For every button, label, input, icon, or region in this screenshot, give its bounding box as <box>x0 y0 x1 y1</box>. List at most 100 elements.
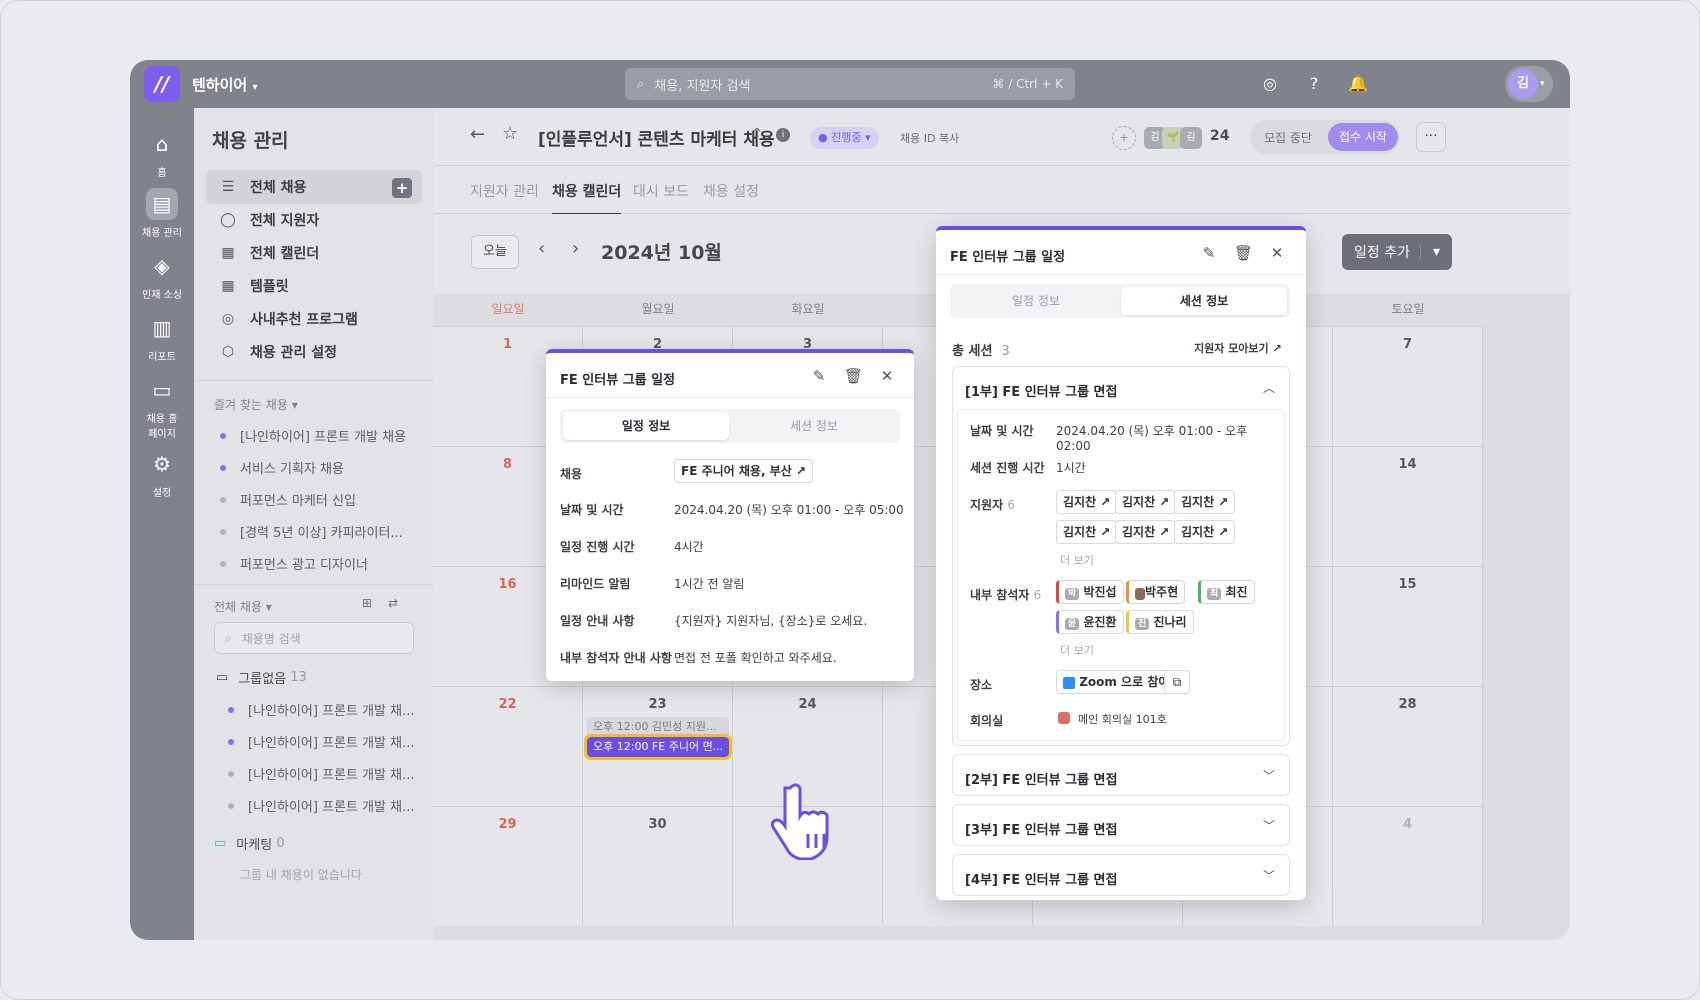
edit-icon[interactable]: ✎ <box>1200 244 1218 262</box>
global-search-input[interactable]: ⌕ 채용, 지원자 검색 ⌘ / Ctrl + K <box>625 68 1075 100</box>
favorite-item[interactable]: 퍼포먼스 광고 디자이너 <box>220 554 368 573</box>
logo-icon[interactable]: // <box>144 66 180 102</box>
bell-icon[interactable]: 🔔 <box>1346 72 1370 96</box>
internal-label: 내부 참석자 <box>970 588 1030 602</box>
internal-chip[interactable]: 진 진나리 <box>1126 610 1194 634</box>
more-icon[interactable]: ··· <box>1416 122 1446 152</box>
day-cell[interactable]: 22 <box>433 686 583 806</box>
job-link-chip[interactable]: FE 주니어 채용, 부산 ↗ <box>674 459 814 483</box>
more-internal-link[interactable]: 더 보기 <box>1060 642 1094 658</box>
today-button[interactable]: 오늘 <box>471 235 519 269</box>
user-menu[interactable]: 김 ▾ <box>1505 66 1553 102</box>
rail-homepage[interactable]: ▭ 채용 홈페이지 <box>130 374 194 440</box>
group-header[interactable]: ▭ 마케팅 0 <box>214 834 285 853</box>
collect-applicants-link[interactable]: 지원자 모아보기 ↗ <box>1194 340 1282 356</box>
trash-icon[interactable]: 🗑 <box>1234 244 1253 262</box>
favorite-item[interactable]: [경력 5년 이상] 카피라이터... <box>220 522 403 541</box>
add-job-button[interactable]: + <box>392 178 412 198</box>
calendar-event-selected[interactable]: 오후 12:00 FE 주니어 면... <box>584 734 732 760</box>
tab-dashboard[interactable]: 대시 보드 <box>633 181 689 201</box>
status-badge[interactable]: ● 진행중 ▾ <box>810 127 879 149</box>
session-3[interactable]: [3부] FE 인터뷰 그룹 면접 ﹀ <box>952 804 1290 846</box>
session-4[interactable]: [4부] FE 인터뷰 그룹 면접 ﹀ <box>952 854 1290 896</box>
day-cell[interactable]: 4 <box>1333 806 1483 926</box>
favorite-item[interactable]: 서비스 기획자 채용 <box>220 458 344 477</box>
applicant-chip[interactable]: 김지찬 ↗ <box>1115 490 1177 514</box>
group-item[interactable]: [나인하이어] 프론트 개발 채... <box>228 732 415 751</box>
tab-calendar[interactable]: 채용 캘린더 <box>552 181 622 215</box>
session-2[interactable]: [2부] FE 인터뷰 그룹 면접 ﹀ <box>952 754 1290 796</box>
favorite-item[interactable]: [나인하이어] 프론트 개발 채용 <box>220 426 406 445</box>
applicant-chip[interactable]: 김지찬 ↗ <box>1174 490 1236 514</box>
info-icon[interactable]: i <box>776 128 790 142</box>
internal-chip[interactable]: 박주현 <box>1126 580 1186 604</box>
applicant-chip[interactable]: 김지찬 ↗ <box>1056 520 1118 544</box>
next-month-icon[interactable]: › <box>572 238 579 259</box>
nav-all-jobs[interactable]: ☰ 전체 채용 + <box>206 170 422 204</box>
rail-settings[interactable]: ⚙ 설정 <box>130 448 194 499</box>
day-cell[interactable]: 7 <box>1333 326 1483 446</box>
help-icon[interactable]: ? <box>1302 72 1326 96</box>
group-item[interactable]: [나인하이어] 프론트 개발 채... <box>228 700 415 719</box>
nav-settings[interactable]: ⬡ 채용 관리 설정 <box>206 335 422 369</box>
day-cell[interactable]: 30 <box>583 806 733 926</box>
back-arrow-icon[interactable]: ← <box>470 124 485 145</box>
day-cell[interactable]: 29 <box>433 806 583 926</box>
stop-recruit-button[interactable]: 모집 중단 <box>1264 129 1312 146</box>
start-recruit-button[interactable]: 접수 시작 <box>1328 123 1398 151</box>
rail-home[interactable]: ⌂ 홈 <box>130 128 194 179</box>
day-cell[interactable]: 14 <box>1333 446 1483 566</box>
copy-icon[interactable]: ⧉ <box>1164 670 1190 694</box>
chevron-up-icon[interactable]: ^ <box>752 126 762 140</box>
rail-recruit[interactable]: ▤ 채용 관리 <box>130 188 194 239</box>
zoom-join-button[interactable]: Zoom 으로 참여 <box>1056 670 1177 694</box>
copy-id-link[interactable]: 채용 ID 복사 <box>900 130 959 146</box>
chevron-up-icon[interactable]: ︿ <box>1263 379 1275 396</box>
edit-icon[interactable]: ✎ <box>810 367 828 385</box>
tab-session-info[interactable]: 세션 정보 <box>731 412 897 440</box>
tab-session-info[interactable]: 세션 정보 <box>1121 287 1287 315</box>
internal-name: 진나리 <box>1153 615 1187 629</box>
prev-month-icon[interactable]: ‹ <box>538 238 545 259</box>
tab-event-info[interactable]: 일정 정보 <box>953 287 1119 315</box>
group-header[interactable]: ▭ 그룹없음 13 <box>216 668 307 687</box>
day-cell[interactable]: 28 <box>1333 686 1483 806</box>
nav-all-calendar[interactable]: ▦ 전체 캘린더 <box>206 236 422 270</box>
member-avatars[interactable]: 김 🌱 김 <box>1144 127 1202 149</box>
filter-icon[interactable]: ⇄ <box>388 596 398 610</box>
favorites-header[interactable]: 즐겨 찾는 채용 ▾ <box>214 396 298 413</box>
applicant-chip[interactable]: 김지찬 ↗ <box>1174 520 1236 544</box>
group-item[interactable]: [나인하이어] 프론트 개발 채... <box>228 796 415 815</box>
trash-icon[interactable]: 🗑 <box>844 367 863 385</box>
nav-templates[interactable]: ▦ 템플릿 <box>206 269 422 303</box>
more-applicants-link[interactable]: 더 보기 <box>1060 552 1094 568</box>
tab-applicants[interactable]: 지원자 관리 <box>470 181 539 201</box>
star-icon[interactable]: ☆ <box>502 123 518 144</box>
nav-referral[interactable]: ◎ 사내추천 프로그램 <box>206 302 422 336</box>
add-event-button[interactable]: 일정 추가 ▾ <box>1342 234 1452 270</box>
internal-chip[interactable]: 윤 윤진환 <box>1056 610 1124 634</box>
close-icon[interactable]: ✕ <box>1268 244 1286 262</box>
rail-sourcing[interactable]: ◈ 인재 소싱 <box>130 250 194 301</box>
close-icon[interactable]: ✕ <box>878 367 896 385</box>
nav-all-applicants[interactable]: ◯ 전체 지원자 <box>206 203 422 237</box>
all-jobs-header[interactable]: 전체 채용 ▾ <box>214 598 272 615</box>
applicant-chip[interactable]: 김지찬 ↗ <box>1115 520 1177 544</box>
calendar-event[interactable]: 오후 12:00 김민성 지원... <box>587 717 729 737</box>
job-search-input[interactable]: ⌕ 채용명 검색 <box>214 622 414 654</box>
workspace-switcher[interactable]: 텐하이어 ▾ <box>192 74 257 95</box>
internal-chip[interactable]: 박 박진섭 <box>1056 580 1124 604</box>
rail-report[interactable]: ▥ 리포트 <box>130 312 194 363</box>
sidebar-title: 채용 관리 <box>212 130 289 152</box>
chat-icon[interactable]: ◎ <box>1258 72 1282 96</box>
day-cell[interactable]: 23 오후 12:00 김민성 지원... 오후 12:00 FE 주니어 면... <box>583 686 733 806</box>
add-member-icon[interactable]: + <box>1112 126 1136 150</box>
tab-event-info[interactable]: 일정 정보 <box>563 412 729 440</box>
tab-settings[interactable]: 채용 설정 <box>703 181 759 201</box>
internal-chip[interactable]: 최 최진 <box>1198 580 1255 604</box>
applicant-chip[interactable]: 김지찬 ↗ <box>1056 490 1118 514</box>
day-cell[interactable]: 15 <box>1333 566 1483 686</box>
new-folder-icon[interactable]: ⊞ <box>362 596 372 610</box>
group-item[interactable]: [나인하이어] 프론트 개발 채... <box>228 764 415 783</box>
favorite-item[interactable]: 퍼포먼스 마케터 신입 <box>220 490 356 509</box>
